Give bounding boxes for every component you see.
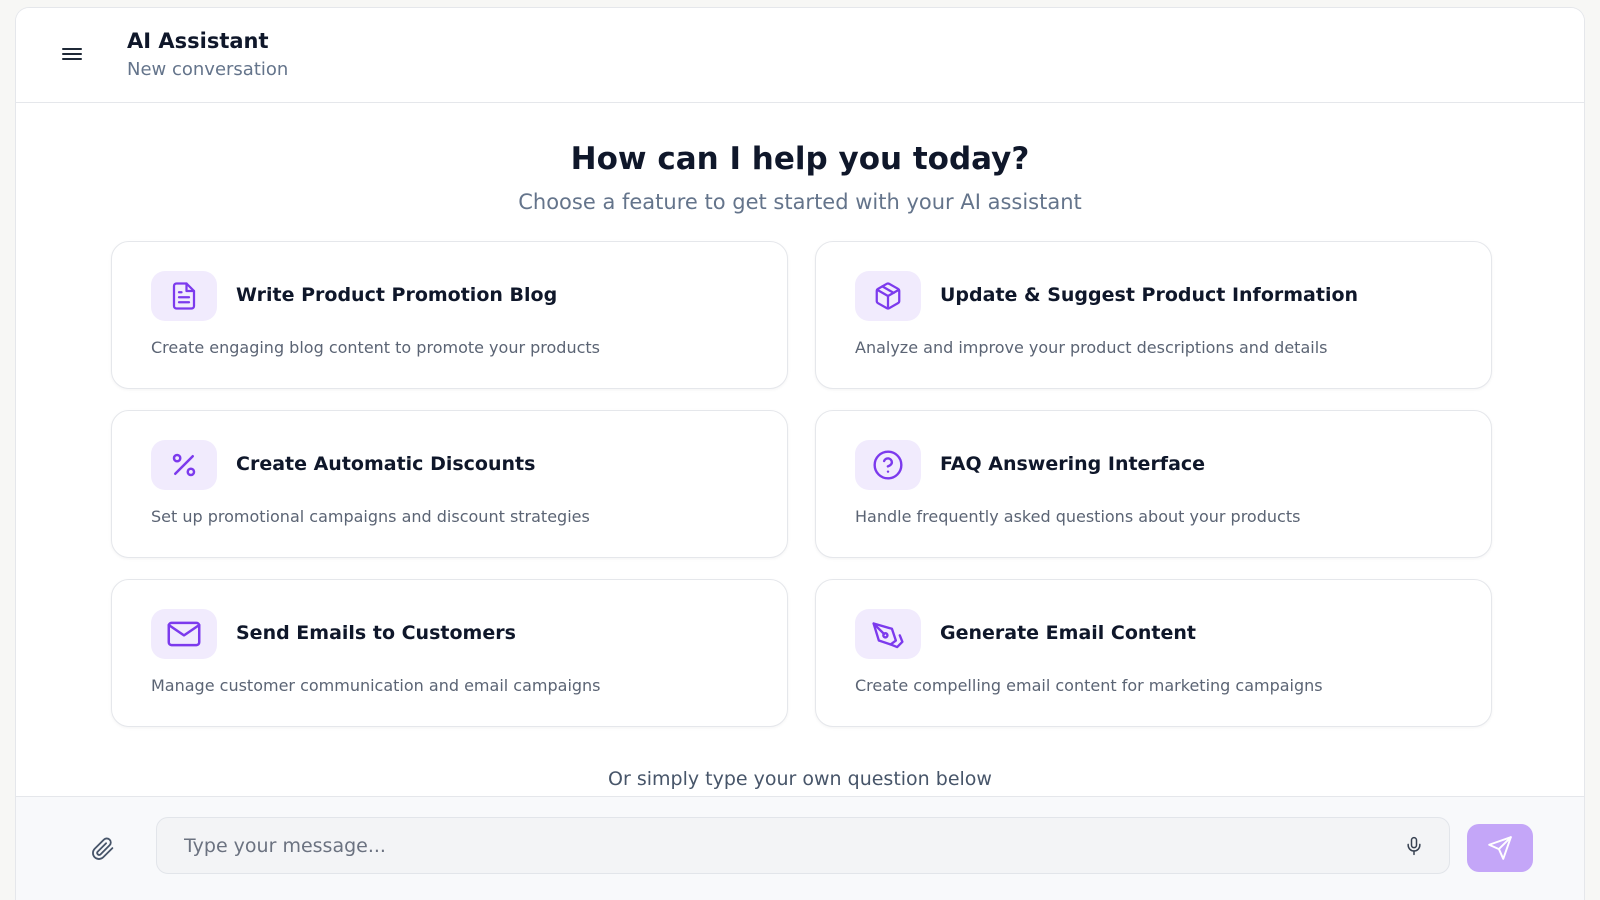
feature-icon-box: [151, 440, 217, 490]
attach-button[interactable]: [89, 835, 117, 863]
document-icon: [172, 282, 196, 310]
feature-icon-box: [855, 440, 921, 490]
send-icon: [1488, 836, 1512, 860]
send-button[interactable]: [1467, 824, 1533, 872]
feature-card-description: Set up promotional campaigns and discoun…: [151, 507, 590, 526]
type-question-hint: Or simply type your own question below: [608, 768, 992, 790]
feature-card-title: Generate Email Content: [940, 622, 1197, 644]
feature-card-email-content[interactable]: Generate Email Content Create compelling…: [815, 579, 1492, 727]
main-content: How can I help you today? Choose a featu…: [16, 104, 1584, 804]
mail-icon: [167, 621, 201, 647]
menu-button[interactable]: [60, 42, 84, 66]
feature-card-title: Write Product Promotion Blog: [236, 284, 558, 306]
pen-tool-icon: [872, 622, 904, 649]
feature-icon-box: [151, 271, 217, 321]
feature-card-send-emails[interactable]: Send Emails to Customers Manage customer…: [111, 579, 788, 727]
percent-icon: [172, 453, 196, 477]
feature-card-title: Send Emails to Customers: [236, 622, 516, 644]
feature-card-title: Create Automatic Discounts: [236, 453, 536, 475]
header: AI Assistant New conversation: [16, 8, 1584, 103]
hamburger-menu-icon: [62, 48, 82, 60]
app-window: AI Assistant New conversation How can I …: [15, 7, 1585, 900]
feature-card-write-blog[interactable]: Write Product Promotion Blog Create enga…: [111, 241, 788, 389]
composer-bar: [16, 796, 1584, 900]
microphone-button[interactable]: [1403, 835, 1425, 857]
feature-card-description: Create engaging blog content to promote …: [151, 338, 600, 357]
feature-card-discounts[interactable]: Create Automatic Discounts Set up promot…: [111, 410, 788, 558]
message-input[interactable]: [157, 818, 1387, 873]
feature-card-description: Create compelling email content for mark…: [855, 676, 1323, 695]
feature-card-description: Manage customer communication and email …: [151, 676, 601, 695]
paperclip-icon: [92, 837, 114, 860]
conversation-subtitle: New conversation: [127, 59, 289, 80]
feature-card-title: FAQ Answering Interface: [940, 453, 1206, 475]
page-subheadline: Choose a feature to get started with you…: [518, 190, 1082, 214]
question-circle-icon: [873, 450, 903, 480]
feature-icon-box: [151, 609, 217, 659]
app-title: AI Assistant: [127, 29, 269, 53]
package-icon: [875, 282, 901, 310]
feature-icon-box: [855, 609, 921, 659]
microphone-icon: [1407, 836, 1421, 856]
feature-card-faq[interactable]: FAQ Answering Interface Handle frequentl…: [815, 410, 1492, 558]
feature-card-description: Handle frequently asked questions about …: [855, 507, 1301, 526]
feature-card-title: Update & Suggest Product Information: [940, 284, 1359, 306]
feature-icon-box: [855, 271, 921, 321]
message-box: [156, 817, 1450, 874]
page-headline: How can I help you today?: [570, 141, 1030, 177]
feature-card-update-product[interactable]: Update & Suggest Product Information Ana…: [815, 241, 1492, 389]
feature-card-description: Analyze and improve your product descrip…: [855, 338, 1328, 357]
